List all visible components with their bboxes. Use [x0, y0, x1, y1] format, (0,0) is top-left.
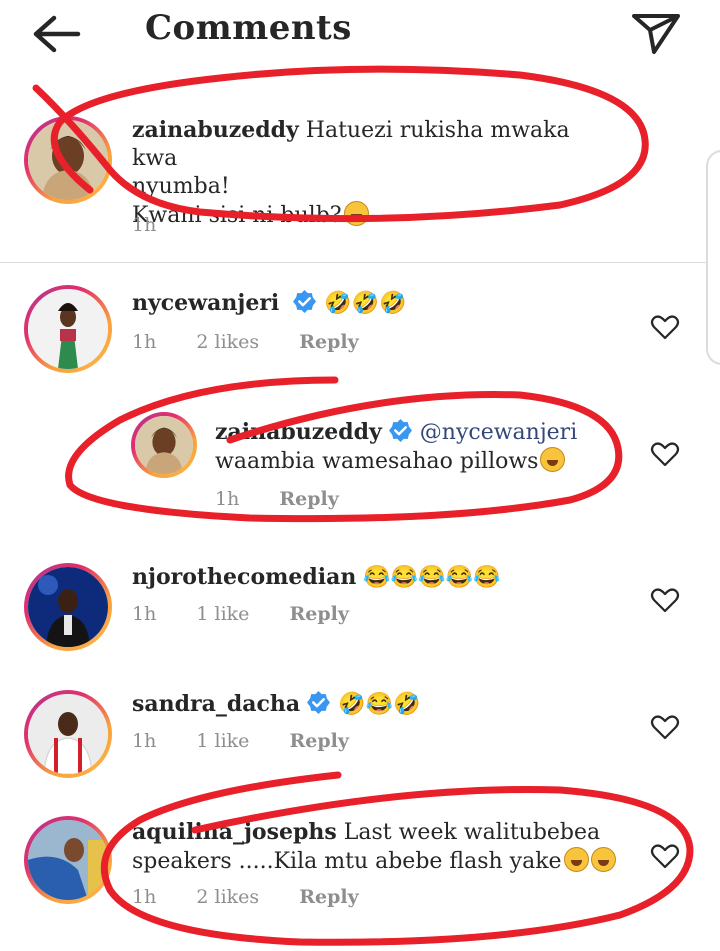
likes-count[interactable]: 1 like [196, 730, 249, 752]
heart-icon[interactable] [650, 586, 680, 614]
avatar[interactable] [24, 563, 112, 651]
reply-button[interactable]: Reply [289, 730, 348, 752]
comment-time: 1h [132, 214, 157, 236]
comment-text: 🤣😂🤣 [338, 692, 421, 717]
tears-of-joy-emoji [590, 847, 616, 872]
avatar[interactable] [131, 412, 197, 478]
username[interactable]: nycewanjeri [132, 290, 279, 316]
verified-badge-icon [293, 290, 317, 313]
comment-meta: 1h 1 like Reply [132, 603, 349, 625]
heart-icon[interactable] [650, 313, 680, 341]
heart-icon[interactable] [650, 713, 680, 741]
caption-text: zainabuzeddy Hatuezi rukisha mwaka kwa n… [132, 117, 570, 228]
avatar[interactable] [24, 690, 112, 778]
verified-badge-icon [388, 419, 412, 442]
reply-button[interactable]: Reply [299, 331, 358, 353]
username[interactable]: aquilina_josephs [132, 819, 337, 845]
comment-meta: 1h 1 like Reply [132, 730, 349, 752]
comment-text: 😂😂😂😂😂 [363, 565, 501, 590]
verified-badge-icon [307, 691, 331, 714]
caption-comment: zainabuzeddy Hatuezi rukisha mwaka kwa n… [0, 90, 720, 260]
arrow-left-icon[interactable] [30, 12, 82, 56]
comment-meta: 1h Reply [215, 488, 339, 510]
heart-icon[interactable] [650, 842, 680, 870]
comment-meta: 1h 2 likes Reply [132, 331, 359, 353]
scroll-handle[interactable] [706, 150, 720, 365]
likes-count[interactable]: 1 like [196, 603, 249, 625]
likes-count[interactable]: 2 likes [196, 886, 259, 908]
header-bar: Comments [0, 0, 720, 78]
heart-icon[interactable] [650, 440, 680, 468]
reply-button[interactable]: Reply [289, 603, 348, 625]
mention-link[interactable]: @nycewanjeri [420, 420, 577, 445]
avatar[interactable] [24, 816, 112, 904]
comment-text: waambia wamesahao pillows [215, 449, 539, 474]
page-title: Comments [145, 8, 352, 48]
reply-button[interactable]: Reply [299, 886, 358, 908]
sweat-smile-emoji [540, 447, 566, 472]
avatar[interactable] [24, 285, 112, 373]
username[interactable]: sandra_dacha [132, 691, 300, 717]
username[interactable]: njorothecomedian [132, 564, 356, 590]
likes-count[interactable]: 2 likes [196, 331, 259, 353]
tears-of-joy-emoji [563, 847, 589, 872]
username[interactable]: zainabuzeddy [215, 419, 382, 445]
avatar[interactable] [24, 116, 112, 204]
divider [0, 262, 720, 263]
comment-meta: 1h 2 likes Reply [132, 886, 359, 908]
reply-button[interactable]: Reply [279, 488, 338, 510]
paper-plane-icon[interactable] [630, 10, 682, 56]
winking-face-emoji [343, 201, 369, 226]
username[interactable]: zainabuzeddy [132, 117, 299, 143]
comment-text: 🤣🤣🤣 [324, 291, 407, 316]
